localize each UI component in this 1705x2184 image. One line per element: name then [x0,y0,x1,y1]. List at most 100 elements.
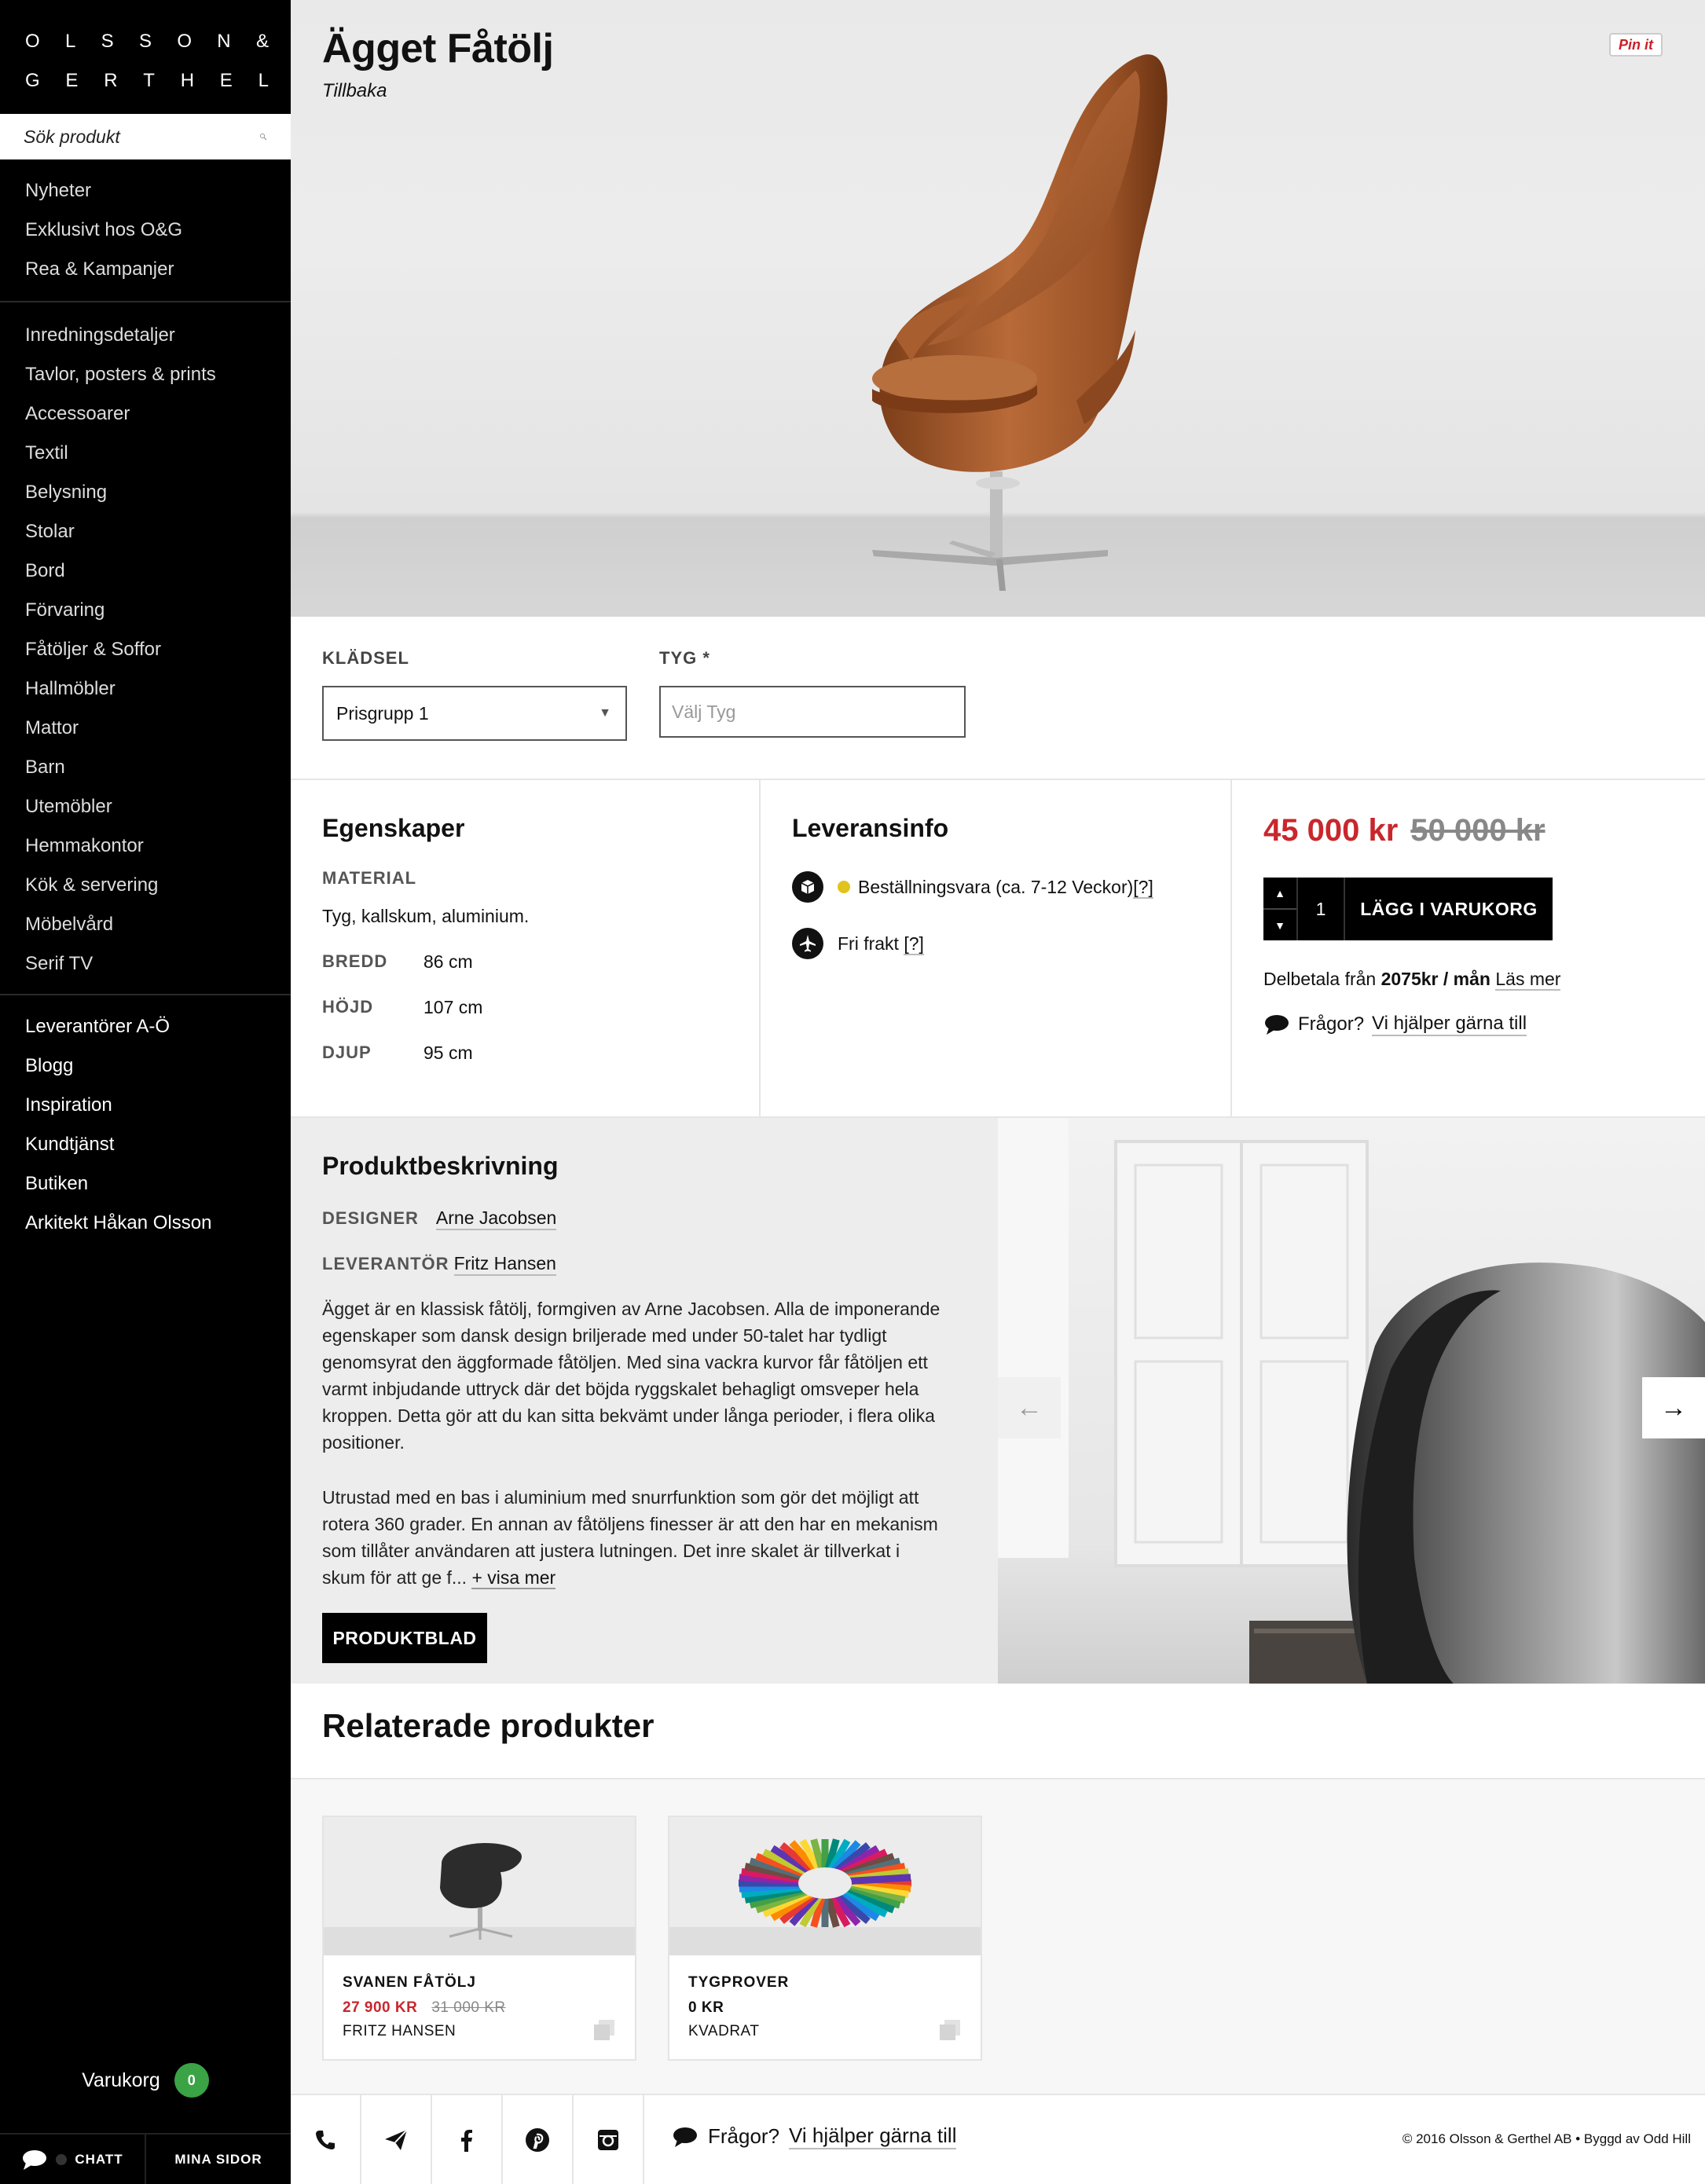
sidebar-item-fåtöljer-soffor[interactable]: Fåtöljer & Soffor [0,630,291,669]
my-pages-button[interactable]: MINA SIDOR [145,2135,291,2184]
sidebar-item-textil[interactable]: Textil [0,434,291,473]
upholstery-selected-value: Prisgrupp 1 [336,702,429,724]
sidebar-item-serif-tv[interactable]: Serif TV [0,944,291,984]
sidebar-item-inredningsdetaljer[interactable]: Inredningsdetaljer [0,316,291,355]
sidebar-item-rea-kampanjer[interactable]: Rea & Kampanjer [0,250,291,289]
sidebar-item-exklusivt-hos-o-g[interactable]: Exklusivt hos O&G [0,211,291,250]
footer-help-link[interactable]: Vi hjälper gärna till [789,2124,957,2149]
description-paragraph-1: Ägget är en klassisk fåtölj, formgiven a… [322,1299,940,1453]
gallery-next-button[interactable]: → [1642,1377,1705,1438]
logo-letter: G [25,70,40,91]
product-card-current-price: 27 900 KR [343,1999,418,2016]
product-info: Egenskaper MATERIAL Tyg, kallskum, alumi… [291,780,1705,1118]
show-more-link[interactable]: + visa mer [471,1567,556,1589]
pinterest-link[interactable] [503,2095,574,2184]
sidebar-item-belysning[interactable]: Belysning [0,473,291,512]
product-card[interactable]: SVANEN FÅTÖLJ 27 900 KR 31 000 KR FRITZ … [322,1816,636,2061]
sidebar-item-blogg[interactable]: Blogg [0,1046,291,1086]
quantity-increase-button[interactable]: ▲ [1263,878,1296,908]
footer: Frågor? Vi hjälper gärna till © 2016 Ols… [291,2094,1705,2184]
logo[interactable]: O L S S O N & GERTHEL [25,22,269,101]
product-card-brand: FRITZ HANSEN [343,2023,456,2039]
sidebar-bottom-bar: CHATT MINA SIDOR [0,2133,291,2184]
compare-icon[interactable] [938,2018,962,2042]
fabric-field[interactable] [659,686,966,738]
add-to-cart-button[interactable]: LÄGG I VARUKORG [1344,878,1553,940]
instagram-button[interactable] [574,2095,644,2184]
gallery-image [998,1118,1705,1684]
properties-heading: Egenskaper [322,814,465,842]
pinterest-button[interactable]: Pin it [1609,33,1663,57]
sidebar-item-tavlor-posters-prints[interactable]: Tavlor, posters & prints [0,355,291,394]
back-link[interactable]: Tillbaka [322,80,387,102]
sidebar-item-förvaring[interactable]: Förvaring [0,591,291,630]
related-heading: Relaterade produkter [322,1707,654,1744]
logo-line-2: GERTHEL [25,61,269,101]
supplier-link[interactable]: Fritz Hansen [453,1253,556,1276]
product-card-current-price: 0 KR [688,1999,724,2016]
egg-chair-image [872,54,1168,591]
product-card-price: 0 KR [688,1999,724,2017]
help-link[interactable]: Vi hjälper gärna till [1372,1013,1527,1036]
sidebar-item-kök-servering[interactable]: Kök & servering [0,866,291,905]
logo-letter: T [143,70,155,91]
sidebar-item-bord[interactable]: Bord [0,551,291,591]
product-title: Ägget Fåtölj [322,26,554,71]
product-description: Produktbeskrivning DESIGNER Arne Jacobse… [291,1118,998,1684]
phone-icon [316,2130,335,2149]
quantity-decrease-button[interactable]: ▼ [1263,908,1296,940]
sidebar-item-arkitekt-håkan-olsson[interactable]: Arkitekt Håkan Olsson [0,1204,291,1243]
chat-button[interactable]: CHATT [0,2135,145,2184]
chat-label: CHATT [75,2151,123,2167]
cart-link[interactable]: Varukorg 0 [0,2058,291,2102]
sidebar-item-utemöbler[interactable]: Utemöbler [0,787,291,826]
properties-panel: Egenskaper MATERIAL Tyg, kallskum, alumi… [291,780,761,1118]
delivery-time-text: Beställningsvara (ca. 7-12 Veckor)[?] [858,876,1153,899]
designer-link[interactable]: Arne Jacobsen [435,1207,557,1230]
phone-button[interactable] [291,2095,361,2184]
nav-divider [0,301,291,302]
compare-icon[interactable] [592,2018,616,2042]
sidebar-item-nyheter[interactable]: Nyheter [0,171,291,211]
datasheet-button[interactable]: PRODUKTBLAD [322,1613,487,1663]
search-icon[interactable] [259,125,267,148]
cart-count-badge: 0 [174,2063,209,2098]
sidebar-item-butiken[interactable]: Butiken [0,1164,291,1204]
shipping-help-link[interactable]: [?] [904,933,924,955]
quantity-value[interactable]: 1 [1296,878,1344,940]
designer-row: DESIGNER Arne Jacobsen [322,1207,557,1230]
sidebar-item-mattor[interactable]: Mattor [0,709,291,748]
product-card[interactable]: TYGPROVER 0 KR KVADRAT [668,1816,982,2061]
chat-status-dot [56,2153,68,2165]
current-price: 45 000 kr [1263,813,1399,848]
sidebar-item-inspiration[interactable]: Inspiration [0,1086,291,1125]
upholstery-select[interactable]: Prisgrupp 1 ▼ [322,686,627,741]
sidebar-item-accessoarer[interactable]: Accessoarer [0,394,291,434]
sidebar-item-leverantörer-a-ö[interactable]: Leverantörer A-Ö [0,1007,291,1046]
product-card-name: SVANEN FÅTÖLJ [343,1974,476,1991]
sidebar-item-kundtjänst[interactable]: Kundtjänst [0,1125,291,1164]
sidebar-item-hallmöbler[interactable]: Hallmöbler [0,669,291,709]
sidebar-item-möbelvård[interactable]: Möbelvård [0,905,291,944]
width-value: 86 cm [424,951,473,972]
quantity-stepper: ▲ ▼ [1263,878,1296,940]
financing-read-more-link[interactable]: Läs mer [1495,969,1561,991]
facebook-button[interactable] [432,2095,503,2184]
newsletter-button[interactable] [361,2095,432,2184]
logo-letter: R [104,70,118,91]
cart-label: Varukorg [82,2069,160,2091]
logo-letter: H [180,70,195,91]
delivery-panel: Leveransinfo Beställningsvara (ca. 7-12 … [761,780,1232,1118]
search-input[interactable] [24,126,259,148]
nav-group-info: Leverantörer A-Ö Blogg Inspiration Kundtjän… [0,1007,291,1243]
product-card-image [324,1817,635,1955]
logo-letter: E [65,70,79,91]
gallery-prev-button[interactable]: ← [998,1377,1061,1438]
logo-letter: N [217,31,231,52]
footer-questions: Frågor? Vi hjälper gärna till [672,2124,957,2149]
delivery-help-link[interactable]: [?] [1133,876,1153,899]
sidebar-item-hemmakontor[interactable]: Hemmakontor [0,826,291,866]
airplane-icon [792,928,823,959]
sidebar-item-stolar[interactable]: Stolar [0,512,291,551]
sidebar-item-barn[interactable]: Barn [0,748,291,787]
